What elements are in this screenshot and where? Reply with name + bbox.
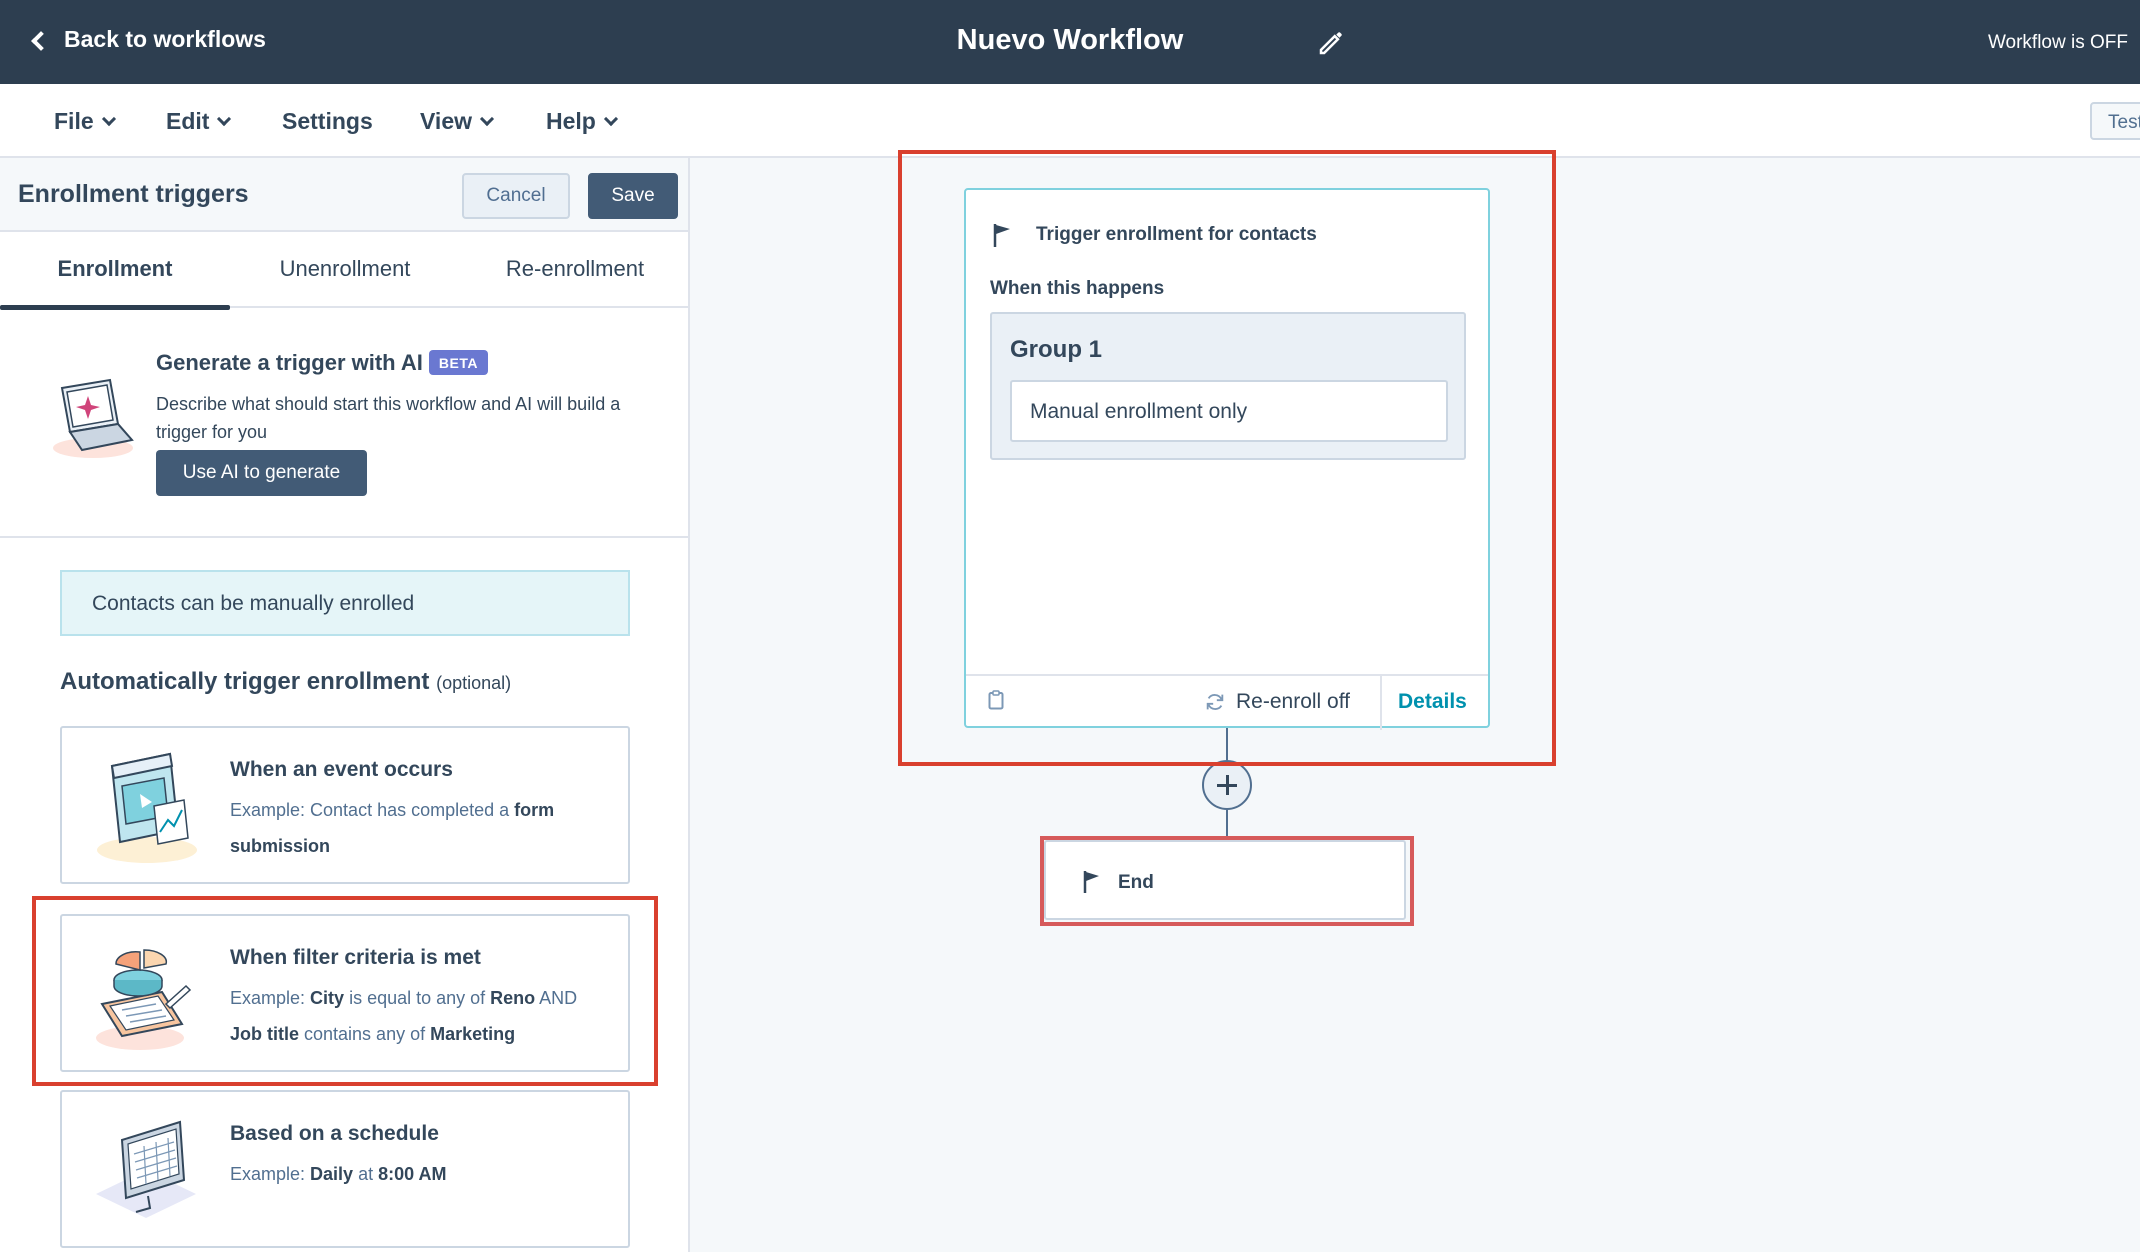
chevron-down-icon (479, 111, 495, 126)
menu-settings-label: Settings (282, 108, 373, 134)
connector-line (1226, 810, 1228, 840)
menu-help[interactable]: Help (546, 108, 618, 135)
ai-title: Generate a trigger with AI BETA (156, 350, 488, 376)
ai-trigger-section: Generate a trigger with AI BETA Describe … (0, 308, 688, 538)
add-action-button[interactable] (1202, 760, 1252, 810)
trigger-card-footer: Re-enroll off Details (966, 674, 1488, 730)
flag-icon (993, 224, 1010, 247)
trigger-card-schedule[interactable]: Based on a schedule Example: Daily at 8:… (60, 1090, 630, 1248)
optional-label: (optional) (436, 673, 512, 693)
enrollment-triggers-panel: Enrollment triggers Cancel Save Enrollme… (0, 158, 690, 1252)
trigger-card-heading: Trigger enrollment for contacts (1036, 224, 1317, 245)
trigger-card-title: When an event occurs (230, 758, 453, 781)
flag-icon (1083, 871, 1099, 893)
tab-re-enrollment[interactable]: Re-enrollment (460, 232, 688, 308)
workflow-title[interactable]: Nuevo Workflow (957, 24, 1184, 56)
trigger-card-title: Based on a schedule (230, 1122, 439, 1145)
example-bold: 8:00 AM (378, 1164, 447, 1184)
example-text: at (353, 1164, 379, 1184)
example-text: is equal to any of (344, 988, 491, 1008)
trigger-card-example: Example: Daily at 8:00 AM (230, 1156, 610, 1192)
group-criteria-item[interactable]: Manual enrollment only (1010, 380, 1448, 442)
laptop-sparkle-icon (53, 378, 134, 458)
footer-divider (1380, 676, 1382, 730)
menu-file[interactable]: File (54, 108, 116, 135)
auto-trigger-title-text: Automatically trigger enrollment (60, 668, 430, 695)
pencil-icon[interactable] (1316, 28, 1346, 58)
example-text: Example: Contact has completed a (230, 800, 515, 820)
trigger-action-card[interactable]: Trigger enrollment for contacts When thi… (964, 188, 1490, 730)
connector-line (1226, 728, 1228, 760)
save-button[interactable]: Save (588, 173, 678, 219)
trigger-card-filter-criteria[interactable]: When filter criteria is met Example: Cit… (60, 914, 630, 1072)
example-bold: Job title (230, 1024, 300, 1044)
re-enroll-label: Re-enroll off (1236, 690, 1351, 713)
top-bar: Back to workflows Nuevo Workflow Workflo… (0, 0, 2140, 84)
end-label: End (1118, 872, 1154, 893)
group-title: Group 1 (1010, 336, 1103, 363)
chevron-down-icon (217, 111, 232, 126)
sync-icon (1206, 694, 1224, 710)
when-this-happens-label: When this happens (990, 278, 1165, 299)
menu-settings[interactable]: Settings (282, 108, 373, 135)
workflow-title-row: Nuevo Workflow (0, 24, 2140, 57)
example-text: contains any of (299, 1024, 431, 1044)
menu-file-label: File (54, 108, 94, 134)
example-text: Example: (230, 1164, 311, 1184)
tab-unenrollment[interactable]: Unenrollment (230, 232, 460, 308)
clipboard-icon[interactable] (988, 690, 1004, 710)
trigger-card-example: Example: Contact has completed a form su… (230, 792, 610, 864)
example-bold: Marketing (430, 1024, 516, 1044)
test-button[interactable]: Test (2090, 102, 2140, 140)
workflow-status: Workflow is OFF (1987, 32, 2128, 53)
panel-title: Enrollment triggers (18, 180, 249, 208)
menu-help-label: Help (546, 108, 596, 134)
re-enroll-toggle[interactable]: Re-enroll off (1204, 690, 1350, 714)
cancel-button[interactable]: Cancel (462, 173, 570, 219)
example-text: AND (535, 988, 578, 1008)
trigger-tabs: Enrollment Unenrollment Re-enrollment (0, 232, 688, 310)
menu-edit-label: Edit (166, 108, 210, 134)
ai-title-text: Generate a trigger with AI (156, 350, 423, 375)
monitor-calendar-icon (96, 1120, 196, 1218)
trigger-card-title: When filter criteria is met (230, 946, 481, 969)
trigger-card-example: Example: City is equal to any of Reno AN… (230, 980, 610, 1052)
use-ai-button[interactable]: Use AI to generate (156, 450, 367, 496)
trigger-card-event[interactable]: When an event occurs Example: Contact ha… (60, 726, 630, 884)
back-to-workflows-link[interactable]: Back to workflows (31, 26, 266, 53)
back-label: Back to workflows (64, 26, 266, 52)
details-link[interactable]: Details (1398, 690, 1467, 714)
example-bold: Daily (310, 1164, 354, 1184)
chevron-down-icon (101, 111, 116, 126)
panel-header: Enrollment triggers Cancel Save (0, 158, 688, 232)
beta-badge: BETA (428, 350, 488, 375)
filter-group[interactable]: Group 1 Manual enrollment only (990, 312, 1466, 460)
menu-view[interactable]: View (420, 108, 495, 135)
manual-enrollment-notice: Contacts can be manually enrolled (60, 570, 630, 636)
menu-edit[interactable]: Edit (166, 108, 232, 135)
chevron-down-icon (603, 111, 618, 126)
browser-window-icon (97, 752, 197, 863)
example-text: Example: (230, 988, 311, 1008)
example-bold: City (310, 988, 345, 1008)
ai-description: Describe what should start this workflow… (156, 394, 621, 442)
tab-enrollment[interactable]: Enrollment (0, 232, 230, 310)
pie-chart-clipboard-icon (96, 949, 192, 1050)
menu-view-label: View (420, 108, 472, 134)
menu-bar: File Edit Settings View Help Test (0, 84, 2140, 158)
chevron-left-icon (31, 30, 51, 51)
end-node[interactable]: End (1044, 840, 1406, 920)
example-bold: Reno (490, 988, 536, 1008)
auto-trigger-title: Automatically trigger enrollment (option… (60, 668, 511, 696)
